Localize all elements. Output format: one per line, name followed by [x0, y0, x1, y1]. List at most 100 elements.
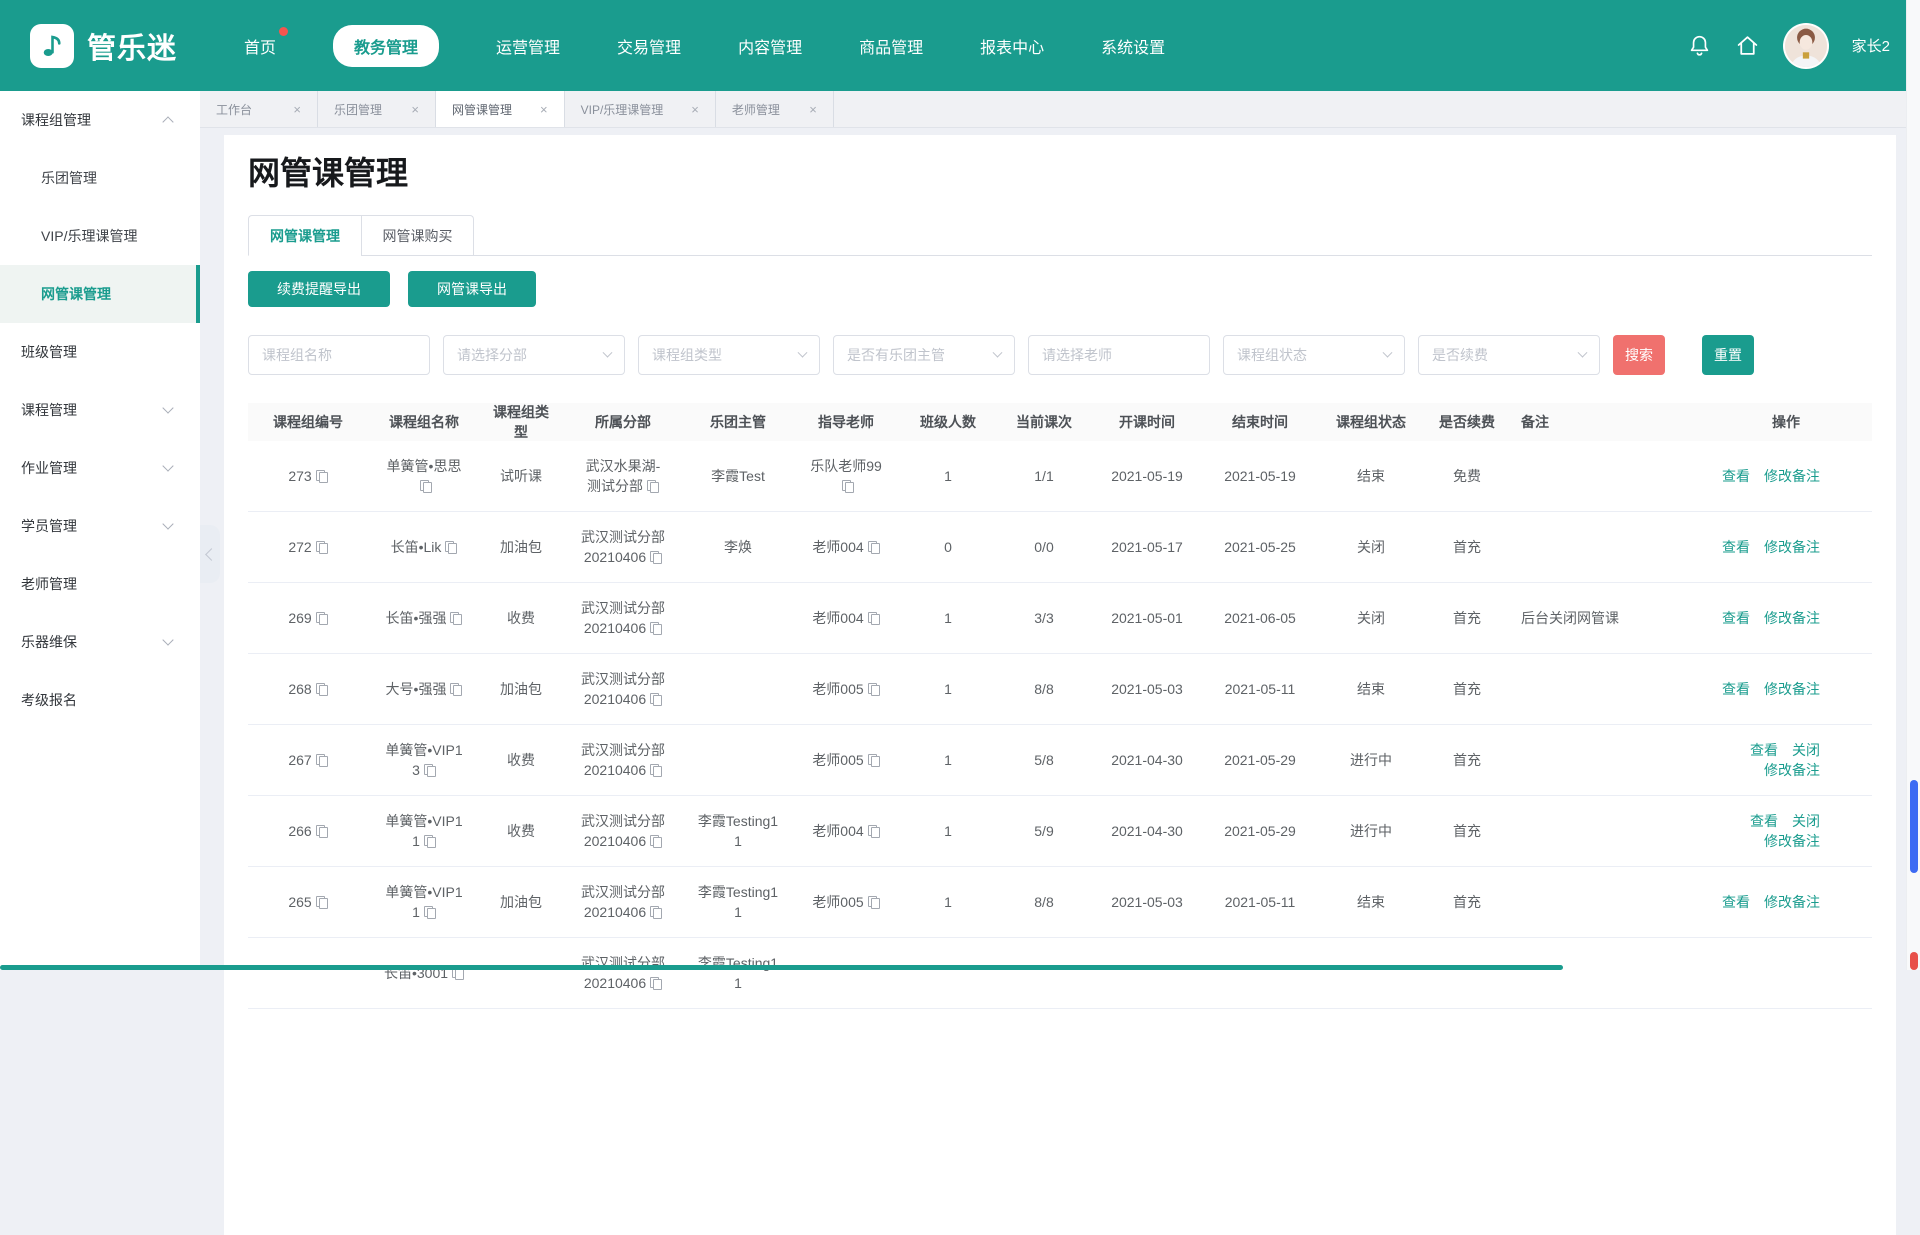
action-link[interactable]: 查看 [1722, 539, 1750, 555]
topnav-item[interactable]: 报表中心 [980, 34, 1044, 58]
copy-icon[interactable] [650, 622, 662, 635]
copy-icon[interactable] [424, 764, 436, 777]
close-tab-icon[interactable]: × [411, 103, 419, 116]
brand-logo[interactable]: 管乐迷 [30, 24, 230, 68]
horizontal-scrollbar-thumb[interactable] [0, 965, 1563, 970]
notification-bell-icon[interactable] [1687, 33, 1712, 58]
copy-icon[interactable] [868, 683, 880, 696]
workspace-tab[interactable]: 乐团管理× [318, 91, 436, 127]
cell-actions: 查看修改备注 [1700, 608, 1872, 628]
action-link[interactable]: 修改备注 [1764, 468, 1820, 484]
filter-input[interactable]: 请选择老师 [1028, 335, 1210, 375]
sidebar-item[interactable]: 乐团管理 [0, 149, 200, 207]
action-link[interactable]: 查看 [1722, 468, 1750, 484]
workspace-tab[interactable]: VIP/乐理课管理× [565, 91, 716, 127]
action-link[interactable]: 修改备注 [1764, 894, 1820, 910]
action-link[interactable]: 修改备注 [1764, 833, 1820, 849]
copy-icon[interactable] [868, 896, 880, 909]
action-link[interactable]: 修改备注 [1764, 681, 1820, 697]
cell-number: 269 [248, 608, 368, 628]
cell-name: 单簧管•VIP11 [368, 811, 480, 851]
copy-icon[interactable] [650, 977, 662, 990]
sidebar-item[interactable]: 作业管理 [0, 439, 200, 497]
copy-icon[interactable] [842, 480, 854, 493]
copy-icon[interactable] [450, 612, 462, 625]
action-link[interactable]: 查看 [1750, 742, 1778, 758]
copy-icon[interactable] [445, 541, 457, 554]
copy-icon[interactable] [868, 612, 880, 625]
copy-icon[interactable] [316, 825, 328, 838]
copy-icon[interactable] [650, 906, 662, 919]
action-link[interactable]: 修改备注 [1764, 610, 1820, 626]
filter-select[interactable]: 是否有乐团主管 [833, 335, 1015, 375]
copy-icon[interactable] [420, 480, 432, 493]
copy-icon[interactable] [868, 825, 880, 838]
copy-icon[interactable] [868, 541, 880, 554]
sidebar-item[interactable]: 考级报名 [0, 671, 200, 729]
filter-select[interactable]: 课程组类型 [638, 335, 820, 375]
action-link[interactable]: 查看 [1722, 610, 1750, 626]
search-button[interactable]: 搜索 [1613, 335, 1665, 375]
action-link[interactable]: 修改备注 [1764, 762, 1820, 778]
filter-select[interactable]: 请选择分部 [443, 335, 625, 375]
close-tab-icon[interactable]: × [809, 103, 817, 116]
copy-icon[interactable] [650, 551, 662, 564]
topnav-item[interactable]: 系统设置 [1101, 34, 1165, 58]
close-tab-icon[interactable]: × [691, 103, 699, 116]
filter-input[interactable]: 课程组名称 [248, 335, 430, 375]
copy-icon[interactable] [647, 480, 659, 493]
copy-icon[interactable] [650, 835, 662, 848]
vertical-scrollbar[interactable] [1906, 0, 1920, 970]
export-button[interactable]: 网管课导出 [408, 271, 536, 307]
avatar[interactable] [1783, 23, 1829, 69]
copy-icon[interactable] [316, 896, 328, 909]
workspace-tab[interactable]: 老师管理× [716, 91, 834, 127]
copy-icon[interactable] [650, 693, 662, 706]
action-link[interactable]: 关闭 [1792, 813, 1820, 829]
sidebar-item[interactable]: 乐器维保 [0, 613, 200, 671]
sidebar-item[interactable]: 网管课管理 [0, 265, 200, 323]
action-link[interactable]: 查看 [1722, 894, 1750, 910]
workspace-tab[interactable]: 网管课管理× [436, 91, 565, 127]
sidebar-item[interactable]: 班级管理 [0, 323, 200, 381]
filter-select[interactable]: 课程组状态 [1223, 335, 1405, 375]
sidebar-item[interactable]: VIP/乐理课管理 [0, 207, 200, 265]
topnav-item[interactable]: 教务管理 [333, 25, 439, 67]
topnav-item[interactable]: 交易管理 [617, 34, 681, 58]
sidebar-item[interactable]: 老师管理 [0, 555, 200, 613]
sidebar-item[interactable]: 学员管理 [0, 497, 200, 555]
copy-icon[interactable] [316, 612, 328, 625]
copy-icon[interactable] [650, 764, 662, 777]
placeholder-text: 课程组状态 [1237, 345, 1307, 365]
page-subtab[interactable]: 网管课购买 [361, 215, 474, 256]
topnav-item[interactable]: 商品管理 [859, 34, 923, 58]
filter-select[interactable]: 是否续费 [1418, 335, 1600, 375]
sidebar-item[interactable]: 课程组管理 [0, 91, 200, 149]
action-link[interactable]: 查看 [1722, 681, 1750, 697]
copy-icon[interactable] [424, 906, 436, 919]
copy-icon[interactable] [450, 683, 462, 696]
vertical-scrollbar-thumb[interactable] [1910, 780, 1918, 873]
action-link[interactable]: 修改备注 [1764, 539, 1820, 555]
copy-icon[interactable] [424, 835, 436, 848]
action-link[interactable]: 查看 [1750, 813, 1778, 829]
close-tab-icon[interactable]: × [293, 103, 301, 116]
topnav-item[interactable]: 内容管理 [738, 34, 802, 58]
home-icon[interactable] [1735, 33, 1760, 58]
copy-icon[interactable] [868, 754, 880, 767]
export-button[interactable]: 续费提醒导出 [248, 271, 390, 307]
sidebar-item[interactable]: 课程管理 [0, 381, 200, 439]
page-subtab[interactable]: 网管课管理 [248, 215, 361, 256]
sidebar-collapse-handle[interactable] [200, 525, 220, 583]
topnav-item[interactable]: 运营管理 [496, 34, 560, 58]
reset-button[interactable]: 重置 [1702, 335, 1754, 375]
copy-icon[interactable] [316, 541, 328, 554]
workspace-tab[interactable]: 工作台× [200, 91, 318, 127]
close-tab-icon[interactable]: × [540, 103, 548, 116]
topnav-item[interactable]: 首页 [244, 34, 276, 58]
copy-icon[interactable] [316, 683, 328, 696]
copy-icon[interactable] [316, 470, 328, 483]
action-link[interactable]: 关闭 [1792, 742, 1820, 758]
user-name[interactable]: 家长2 [1852, 35, 1890, 56]
copy-icon[interactable] [316, 754, 328, 767]
